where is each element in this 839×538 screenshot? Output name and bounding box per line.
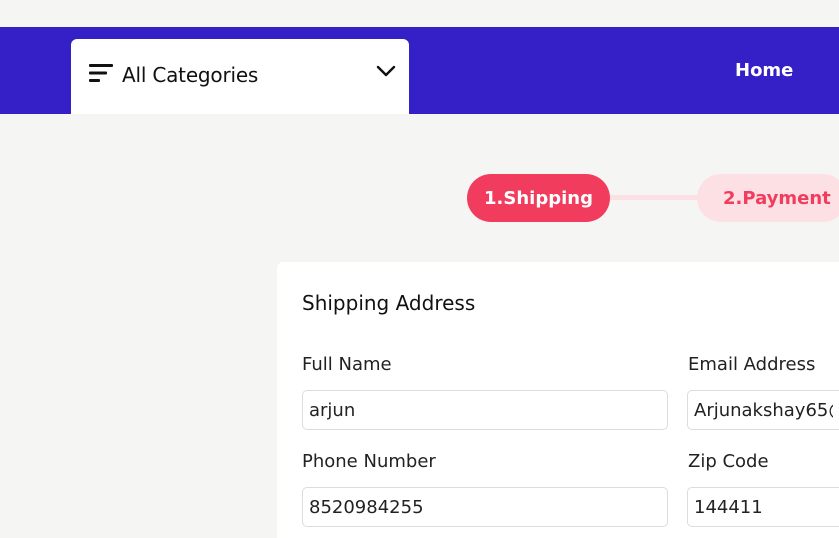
categories-label: All Categories (122, 63, 259, 87)
phone-label: Phone Number (302, 451, 436, 472)
form-title: Shipping Address (302, 291, 476, 315)
chevron-down-icon (376, 65, 396, 77)
menu-lines-icon (89, 64, 113, 82)
top-strip (0, 0, 839, 27)
step-connector (608, 195, 708, 200)
full-name-input[interactable] (302, 390, 668, 430)
email-label: Email Address (688, 354, 816, 375)
full-name-label: Full Name (302, 354, 392, 375)
nav-link-home[interactable]: Home (735, 60, 793, 81)
step-shipping[interactable]: 1.Shipping (467, 174, 610, 222)
zip-label: Zip Code (688, 451, 769, 472)
email-input[interactable] (687, 390, 839, 430)
zip-input[interactable] (687, 487, 839, 527)
phone-input[interactable] (302, 487, 668, 527)
shipping-form-card: Shipping Address Full Name Email Address… (277, 262, 839, 538)
categories-dropdown[interactable]: All Categories (71, 39, 409, 114)
step-payment[interactable]: 2.Payment (697, 174, 839, 222)
